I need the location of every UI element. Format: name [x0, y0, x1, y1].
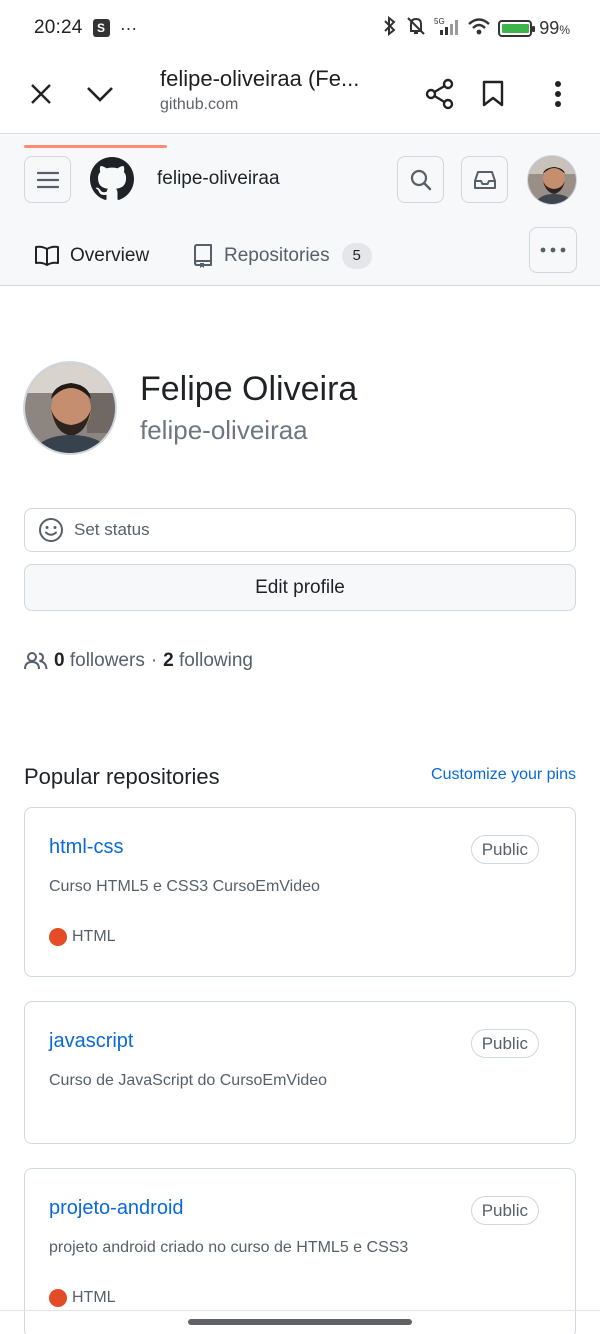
repo-description: Curso HTML5 e CSS3 CursoEmVideo — [49, 878, 320, 895]
tabs-more-button[interactable] — [529, 227, 577, 273]
close-tab-button[interactable] — [21, 74, 61, 114]
chevron-down-icon — [87, 87, 113, 102]
page-title-area[interactable]: felipe-oliveiraa (Fe... github.com — [160, 66, 390, 114]
followers-label: followers — [69, 650, 145, 671]
tab-selected-indicator — [24, 145, 167, 148]
hamburger-menu-button[interactable] — [24, 156, 71, 203]
share-button[interactable] — [420, 74, 460, 114]
visibility-badge: Public — [470, 835, 539, 864]
browser-toolbar: felipe-oliveiraa (Fe... github.com — [0, 56, 600, 134]
repo-description: projeto android criado no curso de HTML5… — [49, 1239, 409, 1256]
battery-icon — [498, 19, 536, 37]
inbox-button[interactable] — [461, 156, 508, 203]
more-notifications-icon: … — [119, 13, 139, 34]
battery-level: 99% — [539, 17, 570, 38]
minimize-button[interactable] — [80, 74, 120, 114]
following-link[interactable]: 2 following — [163, 650, 253, 672]
repo-description: Curso de JavaScript do CursoEmVideo — [49, 1072, 328, 1089]
browser-page-title: felipe-oliveiraa (Fe... — [160, 66, 360, 91]
repo-name-link[interactable]: html-css — [49, 836, 123, 859]
profile-name: Felipe Oliveira — [140, 370, 358, 408]
browser-url: github.com — [160, 96, 239, 113]
github-header: felipe-oliveiraa Overview Repositories 5 — [0, 135, 600, 286]
repositories-count-badge: 5 — [341, 243, 372, 269]
search-icon — [410, 169, 431, 190]
follow-separator: · — [150, 650, 158, 671]
repo-name-link[interactable]: projeto-android — [49, 1197, 184, 1220]
avatar — [528, 156, 576, 204]
language-color-dot — [49, 1289, 67, 1307]
popular-repositories-heading: Popular repositories — [24, 764, 220, 789]
follow-stats: 0 followers · 2 following — [24, 650, 253, 672]
status-time: 20:24 — [34, 17, 83, 38]
more-horizontal-icon — [540, 247, 566, 253]
close-icon — [31, 84, 51, 104]
following-label: following — [179, 650, 253, 671]
mute-icon — [405, 16, 427, 41]
smiley-icon — [39, 518, 63, 542]
shopping-bag-icon: S — [92, 19, 110, 37]
repo-card: html-css Public Curso HTML5 e CSS3 Curso… — [24, 807, 576, 977]
bookmark-icon — [482, 80, 504, 107]
svg-text:5G: 5G — [434, 17, 445, 26]
tab-overview-label: Overview — [70, 245, 150, 266]
inbox-icon — [473, 170, 496, 189]
repo-name-link[interactable]: javascript — [49, 1030, 133, 1053]
book-icon — [35, 245, 59, 266]
bookmark-button[interactable] — [473, 74, 513, 114]
repo-icon — [194, 244, 212, 268]
repo-language: HTML — [49, 928, 116, 946]
menu-icon — [36, 171, 59, 188]
nav-bar-divider — [0, 1310, 600, 1311]
edit-profile-button[interactable]: Edit profile — [24, 564, 576, 611]
visibility-badge: Public — [470, 1196, 539, 1225]
avatar — [25, 363, 115, 453]
signal-icon: 5G — [434, 16, 460, 41]
status-bar: 20:24 S … 5G 99% — [0, 0, 600, 56]
tab-repositories[interactable]: Repositories 5 — [192, 227, 372, 285]
profile-avatar[interactable] — [23, 361, 117, 455]
user-avatar-button[interactable] — [527, 155, 577, 205]
set-status-button[interactable]: Set status — [24, 508, 576, 552]
tab-overview[interactable]: Overview — [34, 227, 149, 285]
language-name: HTML — [72, 1289, 116, 1306]
bluetooth-icon — [382, 15, 398, 41]
followers-link[interactable]: 0 followers — [54, 650, 145, 672]
browser-menu-button[interactable] — [538, 74, 578, 114]
language-name: HTML — [72, 928, 116, 945]
wifi-icon — [467, 16, 491, 41]
more-vertical-icon — [555, 81, 561, 107]
gesture-nav-handle[interactable] — [188, 1319, 412, 1325]
people-icon — [24, 652, 48, 670]
github-logo-icon[interactable] — [90, 157, 134, 201]
profile-login: felipe-oliveiraa — [140, 415, 308, 445]
visibility-badge: Public — [470, 1029, 539, 1058]
profile-tabs: Overview Repositories 5 — [0, 227, 600, 285]
header-username[interactable]: felipe-oliveiraa — [157, 168, 280, 190]
followers-count: 0 — [54, 650, 65, 671]
language-color-dot — [49, 928, 67, 946]
search-button[interactable] — [397, 156, 444, 203]
share-icon — [425, 78, 454, 110]
following-count: 2 — [163, 650, 174, 671]
customize-pins-link[interactable]: Customize your pins — [431, 766, 576, 784]
repo-card: javascript Public Curso de JavaScript do… — [24, 1001, 576, 1144]
tab-repositories-label: Repositories — [224, 245, 330, 266]
set-status-label: Set status — [74, 520, 150, 539]
repo-language: HTML — [49, 1289, 116, 1307]
